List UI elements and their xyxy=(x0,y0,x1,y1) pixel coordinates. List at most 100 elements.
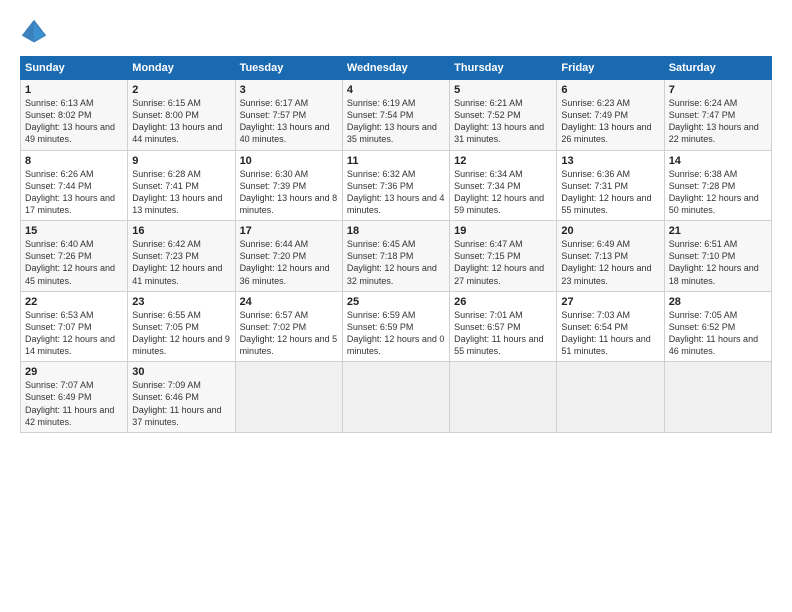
day-info: Sunrise: 7:07 AMSunset: 6:49 PMDaylight:… xyxy=(25,380,114,426)
day-info: Sunrise: 6:38 AMSunset: 7:28 PMDaylight:… xyxy=(669,169,759,215)
day-info: Sunrise: 6:36 AMSunset: 7:31 PMDaylight:… xyxy=(561,169,651,215)
day-number: 18 xyxy=(347,225,445,237)
day-number: 20 xyxy=(561,225,659,237)
day-number: 3 xyxy=(240,84,338,96)
calendar-cell: 14 Sunrise: 6:38 AMSunset: 7:28 PMDayligh… xyxy=(664,150,771,221)
week-row: 15 Sunrise: 6:40 AMSunset: 7:26 PMDayligh… xyxy=(21,221,772,292)
calendar-cell: 17 Sunrise: 6:44 AMSunset: 7:20 PMDayligh… xyxy=(235,221,342,292)
day-number: 8 xyxy=(25,155,123,167)
logo xyxy=(20,18,52,46)
day-info: Sunrise: 6:45 AMSunset: 7:18 PMDaylight:… xyxy=(347,239,437,285)
day-info: Sunrise: 7:05 AMSunset: 6:52 PMDaylight:… xyxy=(669,310,758,356)
weekday-header-friday: Friday xyxy=(557,57,664,80)
day-info: Sunrise: 6:47 AMSunset: 7:15 PMDaylight:… xyxy=(454,239,544,285)
day-info: Sunrise: 6:17 AMSunset: 7:57 PMDaylight:… xyxy=(240,98,330,144)
day-info: Sunrise: 6:19 AMSunset: 7:54 PMDaylight:… xyxy=(347,98,437,144)
calendar-cell: 25 Sunrise: 6:59 AMSunset: 6:59 PMDayligh… xyxy=(342,291,449,362)
day-info: Sunrise: 6:57 AMSunset: 7:02 PMDaylight:… xyxy=(240,310,338,356)
calendar-cell xyxy=(235,362,342,433)
day-number: 24 xyxy=(240,296,338,308)
calendar-cell: 8 Sunrise: 6:26 AMSunset: 7:44 PMDaylight… xyxy=(21,150,128,221)
calendar: SundayMondayTuesdayWednesdayThursdayFrid… xyxy=(20,56,772,433)
day-number: 26 xyxy=(454,296,552,308)
day-info: Sunrise: 7:01 AMSunset: 6:57 PMDaylight:… xyxy=(454,310,543,356)
header xyxy=(20,18,772,46)
day-number: 9 xyxy=(132,155,230,167)
day-number: 30 xyxy=(132,366,230,378)
day-info: Sunrise: 6:24 AMSunset: 7:47 PMDaylight:… xyxy=(669,98,759,144)
day-number: 28 xyxy=(669,296,767,308)
calendar-cell: 16 Sunrise: 6:42 AMSunset: 7:23 PMDayligh… xyxy=(128,221,235,292)
day-info: Sunrise: 6:34 AMSunset: 7:34 PMDaylight:… xyxy=(454,169,544,215)
calendar-cell: 19 Sunrise: 6:47 AMSunset: 7:15 PMDayligh… xyxy=(450,221,557,292)
page: SundayMondayTuesdayWednesdayThursdayFrid… xyxy=(0,0,792,612)
day-info: Sunrise: 6:42 AMSunset: 7:23 PMDaylight:… xyxy=(132,239,222,285)
calendar-cell: 9Sunrise: 6:28 AMSunset: 7:41 PMDaylight… xyxy=(128,150,235,221)
calendar-cell: 7 Sunrise: 6:24 AMSunset: 7:47 PMDaylight… xyxy=(664,80,771,151)
day-number: 23 xyxy=(132,296,230,308)
day-info: Sunrise: 6:49 AMSunset: 7:13 PMDaylight:… xyxy=(561,239,651,285)
day-info: Sunrise: 6:26 AMSunset: 7:44 PMDaylight:… xyxy=(25,169,115,215)
week-row: 22Sunrise: 6:53 AMSunset: 7:07 PMDayligh… xyxy=(21,291,772,362)
calendar-cell: 22Sunrise: 6:53 AMSunset: 7:07 PMDayligh… xyxy=(21,291,128,362)
day-info: Sunrise: 6:23 AMSunset: 7:49 PMDaylight:… xyxy=(561,98,651,144)
weekday-row: SundayMondayTuesdayWednesdayThursdayFrid… xyxy=(21,57,772,80)
day-number: 4 xyxy=(347,84,445,96)
calendar-cell: 12 Sunrise: 6:34 AMSunset: 7:34 PMDayligh… xyxy=(450,150,557,221)
weekday-header-tuesday: Tuesday xyxy=(235,57,342,80)
day-info: Sunrise: 6:59 AMSunset: 6:59 PMDaylight:… xyxy=(347,310,445,356)
day-number: 19 xyxy=(454,225,552,237)
day-number: 22 xyxy=(25,296,123,308)
day-number: 5 xyxy=(454,84,552,96)
week-row: 29 Sunrise: 7:07 AMSunset: 6:49 PMDayligh… xyxy=(21,362,772,433)
calendar-cell: 15 Sunrise: 6:40 AMSunset: 7:26 PMDayligh… xyxy=(21,221,128,292)
day-info: Sunrise: 6:32 AMSunset: 7:36 PMDaylight:… xyxy=(347,169,445,215)
calendar-cell xyxy=(342,362,449,433)
day-number: 1 xyxy=(25,84,123,96)
day-info: Sunrise: 6:30 AMSunset: 7:39 PMDaylight:… xyxy=(240,169,338,215)
day-info: Sunrise: 6:15 AMSunset: 8:00 PMDaylight:… xyxy=(132,98,222,144)
calendar-cell: 6 Sunrise: 6:23 AMSunset: 7:49 PMDaylight… xyxy=(557,80,664,151)
day-number: 16 xyxy=(132,225,230,237)
calendar-cell: 13 Sunrise: 6:36 AMSunset: 7:31 PMDayligh… xyxy=(557,150,664,221)
calendar-cell xyxy=(557,362,664,433)
day-number: 10 xyxy=(240,155,338,167)
day-number: 14 xyxy=(669,155,767,167)
calendar-cell xyxy=(450,362,557,433)
day-info: Sunrise: 6:40 AMSunset: 7:26 PMDaylight:… xyxy=(25,239,115,285)
calendar-cell: 23 Sunrise: 6:55 AMSunset: 7:05 PMDayligh… xyxy=(128,291,235,362)
calendar-cell: 28 Sunrise: 7:05 AMSunset: 6:52 PMDayligh… xyxy=(664,291,771,362)
day-info: Sunrise: 6:44 AMSunset: 7:20 PMDaylight:… xyxy=(240,239,330,285)
day-number: 17 xyxy=(240,225,338,237)
day-number: 6 xyxy=(561,84,659,96)
calendar-cell: 30 Sunrise: 7:09 AMSunset: 6:46 PMDayligh… xyxy=(128,362,235,433)
calendar-cell: 11Sunrise: 6:32 AMSunset: 7:36 PMDayligh… xyxy=(342,150,449,221)
day-info: Sunrise: 6:21 AMSunset: 7:52 PMDaylight:… xyxy=(454,98,544,144)
day-number: 13 xyxy=(561,155,659,167)
day-info: Sunrise: 6:51 AMSunset: 7:10 PMDaylight:… xyxy=(669,239,759,285)
day-number: 12 xyxy=(454,155,552,167)
calendar-body: 1 Sunrise: 6:13 AMSunset: 8:02 PMDaylight… xyxy=(21,80,772,433)
calendar-cell: 24 Sunrise: 6:57 AMSunset: 7:02 PMDayligh… xyxy=(235,291,342,362)
calendar-cell: 2 Sunrise: 6:15 AMSunset: 8:00 PMDaylight… xyxy=(128,80,235,151)
weekday-header-saturday: Saturday xyxy=(664,57,771,80)
day-info: Sunrise: 6:55 AMSunset: 7:05 PMDaylight:… xyxy=(132,310,230,356)
day-info: Sunrise: 6:13 AMSunset: 8:02 PMDaylight:… xyxy=(25,98,115,144)
day-number: 25 xyxy=(347,296,445,308)
day-info: Sunrise: 7:09 AMSunset: 6:46 PMDaylight:… xyxy=(132,380,221,426)
calendar-cell: 18 Sunrise: 6:45 AMSunset: 7:18 PMDayligh… xyxy=(342,221,449,292)
week-row: 1 Sunrise: 6:13 AMSunset: 8:02 PMDaylight… xyxy=(21,80,772,151)
calendar-cell: 26 Sunrise: 7:01 AMSunset: 6:57 PMDayligh… xyxy=(450,291,557,362)
calendar-cell: 21Sunrise: 6:51 AMSunset: 7:10 PMDayligh… xyxy=(664,221,771,292)
calendar-cell: 29 Sunrise: 7:07 AMSunset: 6:49 PMDayligh… xyxy=(21,362,128,433)
weekday-header-monday: Monday xyxy=(128,57,235,80)
day-number: 15 xyxy=(25,225,123,237)
day-number: 29 xyxy=(25,366,123,378)
day-number: 7 xyxy=(669,84,767,96)
day-number: 2 xyxy=(132,84,230,96)
day-number: 27 xyxy=(561,296,659,308)
logo-icon xyxy=(20,18,48,46)
weekday-header-thursday: Thursday xyxy=(450,57,557,80)
calendar-cell: 1 Sunrise: 6:13 AMSunset: 8:02 PMDaylight… xyxy=(21,80,128,151)
calendar-header: SundayMondayTuesdayWednesdayThursdayFrid… xyxy=(21,57,772,80)
